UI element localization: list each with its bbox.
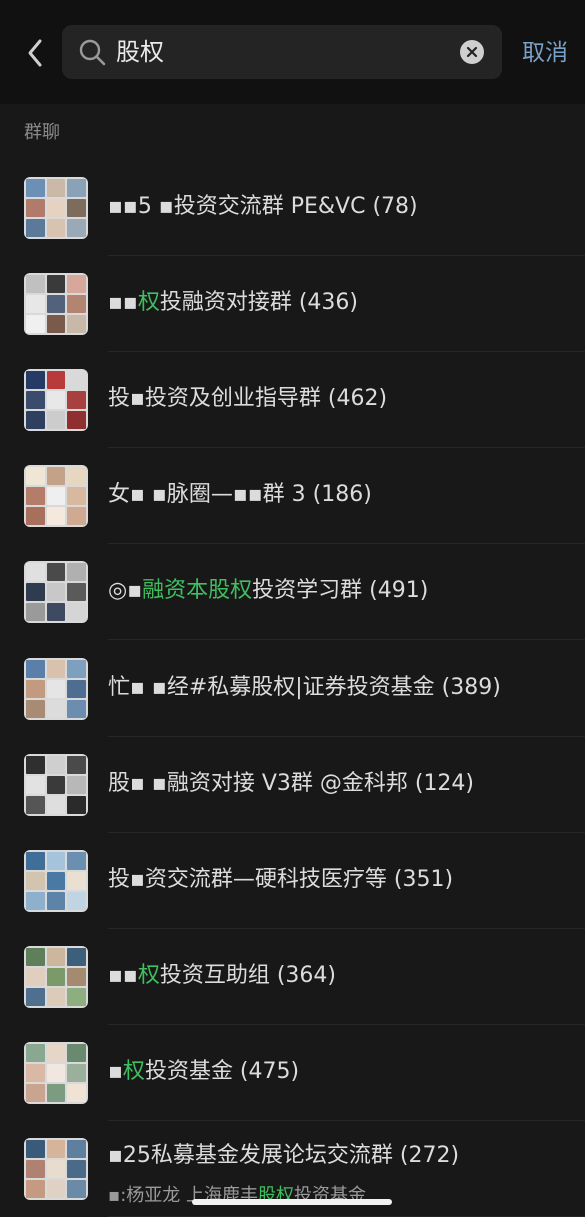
list-item[interactable]: 投▪资交流群—硬科技医疗等 (351) [0,833,585,929]
home-indicator [192,1199,392,1205]
list-item[interactable]: 投▪投资及创业指导群 (462) [0,352,585,449]
group-avatar [24,561,88,624]
group-name: 女▪ ▪脉圈—▪▪群 3 (186) [108,482,372,508]
group-name: 投▪资交流群—硬科技医疗等 (351) [108,866,454,892]
group-avatar [24,177,88,239]
group-avatar [24,465,88,528]
group-avatar [24,945,88,1008]
group-name: 股▪ ▪融资对接 V3群 @金科邦 (124) [108,770,475,796]
cancel-button[interactable]: 取消 [522,36,568,70]
group-name: ◎▪融资本股权投资学习群 (491) [108,578,429,604]
list-item[interactable]: ▪▪权投融资对接群 (436) [0,256,585,353]
list-item[interactable]: 女▪ ▪脉圈—▪▪群 3 (186) [0,448,585,545]
group-name: ▪25私募基金发展论坛交流群 (272) [108,1143,460,1168]
group-avatar [24,849,88,912]
search-input[interactable]: 股权 [62,25,502,79]
chevron-left-icon [28,39,42,67]
list-item[interactable]: 股▪ ▪融资对接 V3群 @金科邦 (124) [0,737,585,833]
group-avatar [24,273,88,336]
group-name: 投▪投资及创业指导群 (462) [108,386,388,412]
group-avatar [24,1138,88,1200]
search-bar: 股权 取消 [0,0,585,104]
group-name: ▪▪权投融资对接群 (436) [108,290,358,316]
section-title: 群聊 [24,122,60,143]
group-avatar [24,369,88,432]
group-avatar [24,753,88,816]
search-query[interactable]: 股权 [116,35,164,69]
list-item[interactable]: ▪▪5 ▪投资交流群 PE&VC (78) [0,160,585,256]
search-icon [79,39,106,66]
clear-icon[interactable] [460,40,484,64]
list-item[interactable]: ◎▪融资本股权投资学习群 (491) [0,544,585,641]
list-item[interactable]: ▪权投资基金 (475) [0,1025,585,1121]
back-button[interactable] [20,36,50,70]
group-name: ▪▪5 ▪投资交流群 PE&VC (78) [108,194,418,219]
group-name: ▪权投资基金 (475) [108,1058,300,1084]
group-name: 忙▪ ▪经#私募股权|证券投资基金 (389) [108,674,501,700]
list-item[interactable]: 忙▪ ▪经#私募股权|证券投资基金 (389) [0,641,585,737]
group-avatar [24,657,88,720]
group-name: ▪▪权投资互助组 (364) [108,962,336,988]
list-item[interactable]: ▪▪权投资互助组 (364) [0,929,585,1025]
group-avatar [24,1041,88,1104]
